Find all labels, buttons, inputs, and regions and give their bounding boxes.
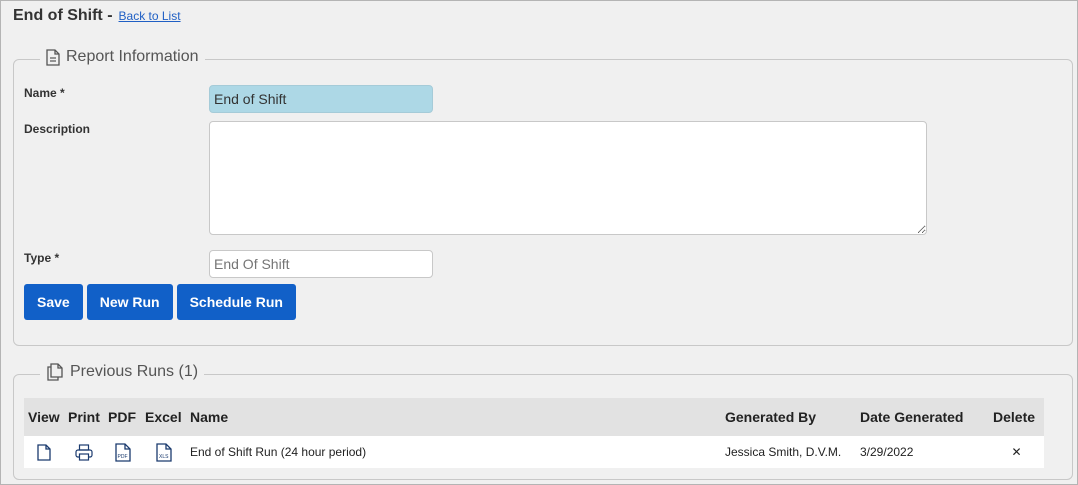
schedule-run-button[interactable]: Schedule Run <box>176 284 296 320</box>
report-information-title: Report Information <box>66 48 199 65</box>
excel-cell[interactable]: XLS <box>141 436 186 468</box>
run-name: End of Shift Run (24 hour period) <box>186 436 721 468</box>
app-window: End of Shift - Back to List Report Infor… <box>0 0 1078 485</box>
column-view: View <box>24 398 64 436</box>
svg-text:XLS: XLS <box>159 454 169 460</box>
name-input[interactable] <box>209 85 433 113</box>
description-textarea[interactable] <box>209 121 927 235</box>
generated-by: Jessica Smith, D.V.M. <box>721 436 856 468</box>
pdf-file-icon[interactable]: PDF <box>108 442 137 462</box>
previous-runs-table: View Print PDF Excel Name Generated By D… <box>24 398 1044 468</box>
print-cell[interactable] <box>64 436 104 468</box>
description-label: Description <box>24 122 91 136</box>
page-title: End of Shift - <box>13 7 113 24</box>
page-header: End of Shift - Back to List <box>13 7 181 25</box>
previous-runs-title: Previous Runs (1) <box>70 363 199 380</box>
table-row: PDF XLS End of Shift Run (24 hour period… <box>24 436 1044 468</box>
back-to-list-link[interactable]: Back to List <box>119 9 181 23</box>
view-cell[interactable] <box>24 436 64 468</box>
xls-file-icon[interactable]: XLS <box>145 442 182 462</box>
column-excel: Excel <box>141 398 186 436</box>
copy-documents-icon <box>46 363 64 381</box>
previous-runs-legend: Previous Runs (1) <box>40 363 205 381</box>
name-label: Name * <box>24 86 65 100</box>
date-generated: 3/29/2022 <box>856 436 989 468</box>
type-label: Type * <box>24 251 60 265</box>
svg-text:PDF: PDF <box>117 454 127 460</box>
document-icon[interactable] <box>28 443 60 461</box>
previous-runs-section: Previous Runs (1) View Print PDF Excel N… <box>13 363 1073 480</box>
action-buttons: Save New Run Schedule Run <box>24 284 296 320</box>
printer-icon[interactable] <box>68 443 100 461</box>
pdf-cell[interactable]: PDF <box>104 436 141 468</box>
column-date-generated: Date Generated <box>856 398 989 436</box>
save-button[interactable]: Save <box>24 284 83 320</box>
table-header-row: View Print PDF Excel Name Generated By D… <box>24 398 1044 436</box>
report-information-section: Report Information Name * Description Ty… <box>13 48 1073 346</box>
column-print: Print <box>64 398 104 436</box>
column-name: Name <box>186 398 721 436</box>
type-input[interactable] <box>209 250 433 278</box>
report-information-legend: Report Information <box>40 48 205 66</box>
column-pdf: PDF <box>104 398 141 436</box>
document-icon <box>46 48 60 66</box>
delete-icon[interactable]: ✕ <box>989 436 1044 468</box>
column-generated-by: Generated By <box>721 398 856 436</box>
column-delete: Delete <box>989 398 1044 436</box>
new-run-button[interactable]: New Run <box>86 284 173 320</box>
